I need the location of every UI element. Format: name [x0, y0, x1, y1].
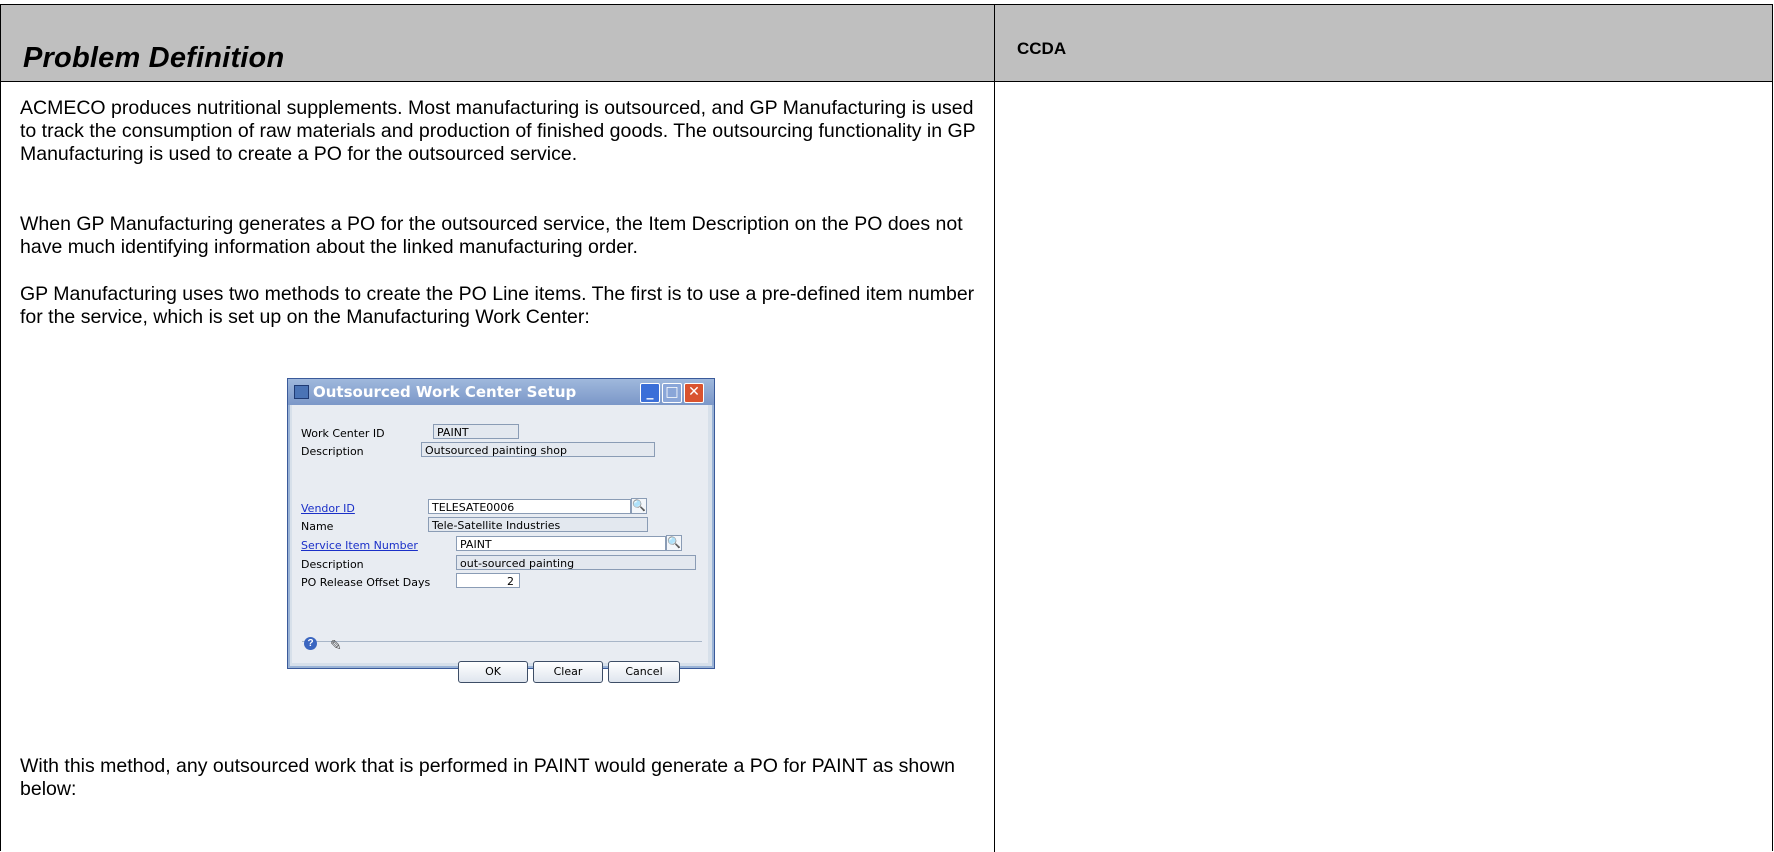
- service-description-field: out-sourced painting: [456, 555, 696, 570]
- description-label: Description: [301, 445, 364, 458]
- table-header: Problem Definition CCDA: [1, 5, 1772, 82]
- cancel-button[interactable]: Cancel: [608, 661, 680, 683]
- dialog-title: Outsourced Work Center Setup: [313, 383, 577, 401]
- work-center-id-field: PAINT: [433, 424, 519, 439]
- header-left-cell: Problem Definition: [1, 5, 995, 81]
- offset-days-label: PO Release Offset Days: [301, 576, 431, 589]
- description-field: Outsourced painting shop: [421, 442, 655, 457]
- window-icon: [294, 385, 309, 399]
- offset-days-input[interactable]: 2: [456, 573, 520, 588]
- ccda-heading: CCDA: [1017, 39, 1067, 58]
- service-item-link[interactable]: Service Item Number: [301, 539, 418, 552]
- section-title: Problem Definition: [23, 42, 285, 74]
- paragraph-method-result: With this method, any outsourced work th…: [20, 755, 955, 800]
- vendor-id-link[interactable]: Vendor ID: [301, 502, 355, 515]
- paragraph-po-description: When GP Manufacturing generates a PO for…: [20, 213, 963, 258]
- service-item-input[interactable]: PAINT: [456, 536, 666, 551]
- maximize-icon[interactable]: □: [662, 383, 682, 403]
- problem-table: Problem Definition CCDA ACMECO produces …: [0, 4, 1773, 852]
- outsourced-work-center-dialog: Outsourced Work Center Setup _ □ ✕ Work …: [287, 378, 715, 683]
- ok-button[interactable]: OK: [458, 661, 528, 683]
- work-center-id-label: Work Center ID: [301, 427, 385, 440]
- dialog-separator: [302, 641, 702, 642]
- minimize-icon[interactable]: _: [640, 383, 660, 403]
- service-item-lookup-icon[interactable]: 🔍: [666, 535, 682, 551]
- dialog-titlebar: Outsourced Work Center Setup _ □ ✕: [288, 379, 714, 405]
- close-icon[interactable]: ✕: [684, 383, 704, 403]
- name-label: Name: [301, 520, 334, 533]
- vendor-id-input[interactable]: TELESATE0006: [428, 499, 631, 514]
- dialog-body: Work Center ID PAINT Description Outsour…: [292, 405, 708, 683]
- service-description-label: Description: [301, 558, 364, 571]
- note-icon[interactable]: ✎: [330, 637, 342, 654]
- help-icon[interactable]: ?: [304, 637, 317, 650]
- clear-button[interactable]: Clear: [533, 661, 603, 683]
- document-page: Problem Definition CCDA ACMECO produces …: [0, 0, 1774, 852]
- vendor-lookup-icon[interactable]: 🔍: [631, 498, 647, 514]
- vendor-name-field: Tele-Satellite Industries: [428, 517, 648, 532]
- paragraph-intro: ACMECO produces nutritional supplements.…: [20, 97, 976, 165]
- paragraph-methods: GP Manufacturing uses two methods to cre…: [20, 283, 975, 328]
